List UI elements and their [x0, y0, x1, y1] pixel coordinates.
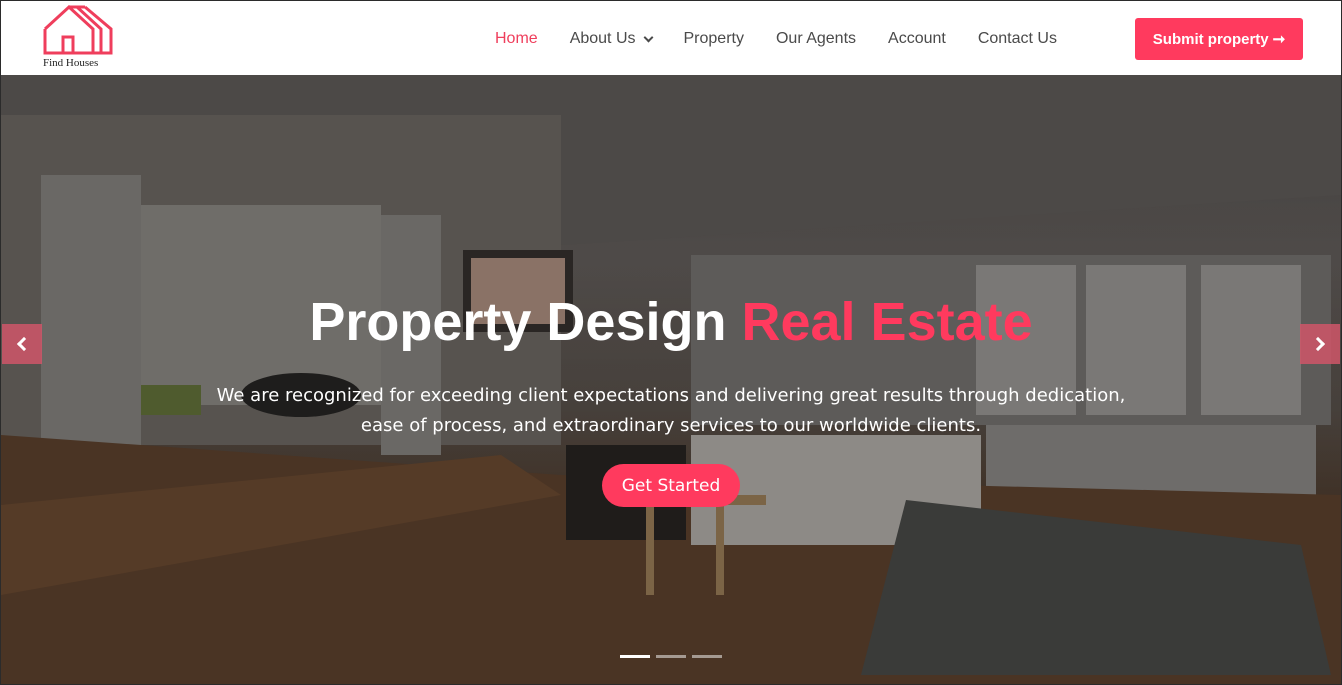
nav-contact-us[interactable]: Contact Us: [978, 30, 1057, 48]
carousel-prev-button[interactable]: [2, 324, 42, 364]
nav-our-agents[interactable]: Our Agents: [776, 30, 856, 48]
nav-property[interactable]: Property: [684, 30, 744, 48]
hero-carousel: Property Design Real Estate We are recog…: [1, 75, 1341, 684]
nav-account[interactable]: Account: [888, 30, 946, 48]
nav-about-us[interactable]: About Us: [569, 30, 653, 48]
chevron-down-icon: [643, 32, 653, 42]
nav-about-us-label: About Us: [569, 30, 636, 47]
site-header: Find Houses Home About Us Property Our A…: [1, 1, 1341, 75]
brand-name: Find Houses: [43, 57, 99, 69]
main-nav: Home About Us Property Our Agents Accoun…: [495, 28, 1089, 50]
chevron-left-icon: [16, 336, 32, 352]
hero-title: Property Design Real Estate: [1, 291, 1341, 353]
carousel-indicators: [620, 655, 728, 658]
get-started-button[interactable]: Get Started: [602, 464, 740, 507]
submit-property-button[interactable]: Submit property ➞: [1135, 18, 1303, 60]
submit-property-label: Submit property: [1152, 30, 1269, 48]
nav-home[interactable]: Home: [495, 30, 538, 48]
hero-title-accent: Real Estate: [741, 292, 1033, 352]
hero-background-image: [1, 75, 1341, 684]
carousel-next-button[interactable]: [1300, 324, 1340, 364]
browser-viewport: Find Houses Home About Us Property Our A…: [0, 0, 1342, 685]
carousel-indicator[interactable]: [692, 655, 722, 658]
hero-subtitle: We are recognized for exceeding client e…: [216, 385, 1126, 436]
brand-logo[interactable]: Find Houses: [41, 5, 121, 71]
arrow-right-icon: ➞: [1272, 31, 1286, 48]
carousel-indicator[interactable]: [656, 655, 686, 658]
hero-title-main: Property Design: [309, 292, 727, 352]
carousel-indicator[interactable]: [620, 655, 650, 658]
house-logo-icon: [43, 5, 113, 55]
chevron-right-icon: [1310, 336, 1326, 352]
